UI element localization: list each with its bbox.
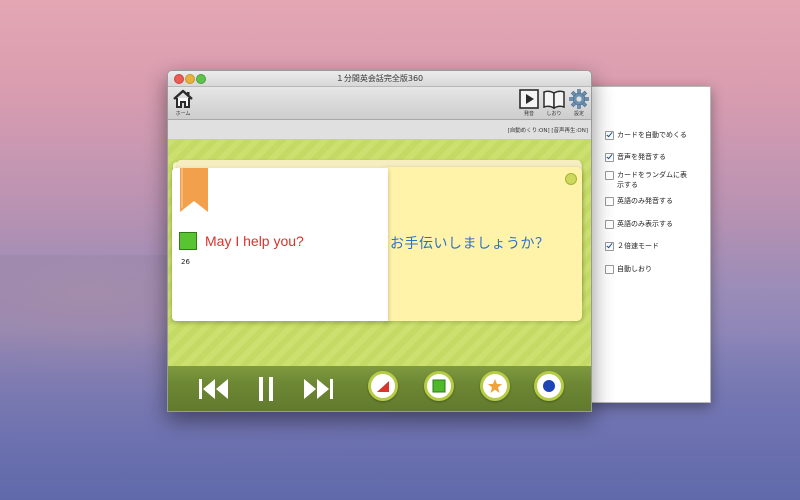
option-english-display-only[interactable]: 英語のみ表示する: [605, 219, 673, 229]
status-text: [自動めくり:ON] [音声再生:ON]: [507, 128, 588, 134]
option-random-order-checkbox[interactable]: [605, 171, 614, 180]
blue-circle-icon: [543, 380, 555, 392]
option-double-speed-checkbox[interactable]: [605, 242, 614, 251]
option-auto-bookmark[interactable]: 自動しおり: [605, 264, 652, 274]
card-number: 26: [181, 258, 190, 266]
settings-button[interactable]: 設定: [567, 89, 591, 117]
bookmark-ribbon-icon[interactable]: [180, 168, 208, 212]
option-english-audio-only-checkbox[interactable]: [605, 197, 614, 206]
title-bar: １分間英会話完全版360: [168, 71, 591, 87]
app-window: １分間英会話完全版360 ホーム 発音 しおり 設定 [自動めくり:ON] [音…: [167, 70, 592, 412]
circle-mark-button[interactable]: [534, 371, 564, 401]
toolbar: ホーム 発音 しおり 設定: [168, 87, 591, 120]
option-auto-bookmark-label: 自動しおり: [617, 265, 652, 273]
pronounce-label: 発音: [523, 111, 534, 117]
english-phrase: May I help you?: [205, 233, 304, 249]
red-triangle-icon: [377, 381, 389, 392]
option-random-order-label: カードをランダムに表示する: [617, 171, 687, 189]
card-flip-dot[interactable]: [565, 173, 577, 185]
previous-button[interactable]: [198, 369, 230, 409]
option-play-audio[interactable]: 音声を発音する: [605, 152, 666, 162]
pronounce-button[interactable]: 発音: [517, 89, 541, 117]
triangle-mark-button[interactable]: [368, 371, 398, 401]
skip-next-icon: [304, 379, 333, 399]
option-english-display-only-checkbox[interactable]: [605, 220, 614, 229]
option-english-audio-only-label: 英語のみ発音する: [617, 197, 673, 205]
next-button[interactable]: [302, 369, 334, 409]
option-auto-flip-label: カードを自動でめくる: [617, 131, 687, 139]
option-english-display-only-label: 英語のみ表示する: [617, 220, 673, 228]
bookmark-label: しおり: [546, 111, 562, 117]
option-english-audio-only[interactable]: 英語のみ発音する: [605, 196, 673, 206]
pause-icon: [259, 377, 273, 401]
bookmark-button[interactable]: しおり: [542, 89, 566, 117]
window-title: １分間英会話完全版360: [335, 74, 424, 83]
option-double-speed-label: ２倍速モード: [617, 242, 659, 250]
settings-panel: カードを自動でめくる 音声を発音する カードをランダムに表示する 英語のみ発音す…: [585, 86, 711, 403]
japanese-phrase: お手伝いしましょうか？: [390, 236, 550, 252]
option-random-order[interactable]: カードをランダムに表示する: [605, 170, 695, 190]
option-auto-flip[interactable]: カードを自動でめくる: [605, 130, 687, 140]
status-bar: [自動めくり:ON] [音声再生:ON]: [168, 120, 591, 140]
orange-star-icon: [488, 379, 502, 393]
green-square-icon: [432, 379, 446, 393]
green-square-marker: [179, 232, 197, 250]
skip-previous-icon: [199, 379, 228, 399]
square-mark-button[interactable]: [424, 371, 454, 401]
home-label: ホーム: [175, 111, 191, 117]
star-mark-button[interactable]: [480, 371, 510, 401]
open-book-icon: [543, 90, 565, 109]
play-square-icon: [519, 89, 539, 109]
pause-button[interactable]: [258, 369, 274, 409]
gear-icon: [569, 89, 589, 109]
option-auto-bookmark-checkbox[interactable]: [605, 265, 614, 274]
option-play-audio-checkbox[interactable]: [605, 153, 614, 162]
option-auto-flip-checkbox[interactable]: [605, 131, 614, 140]
home-icon: [173, 89, 193, 108]
option-play-audio-label: 音声を発音する: [617, 153, 666, 161]
settings-label: 設定: [573, 111, 584, 117]
option-double-speed[interactable]: ２倍速モード: [605, 241, 659, 251]
home-button[interactable]: ホーム: [170, 89, 196, 117]
